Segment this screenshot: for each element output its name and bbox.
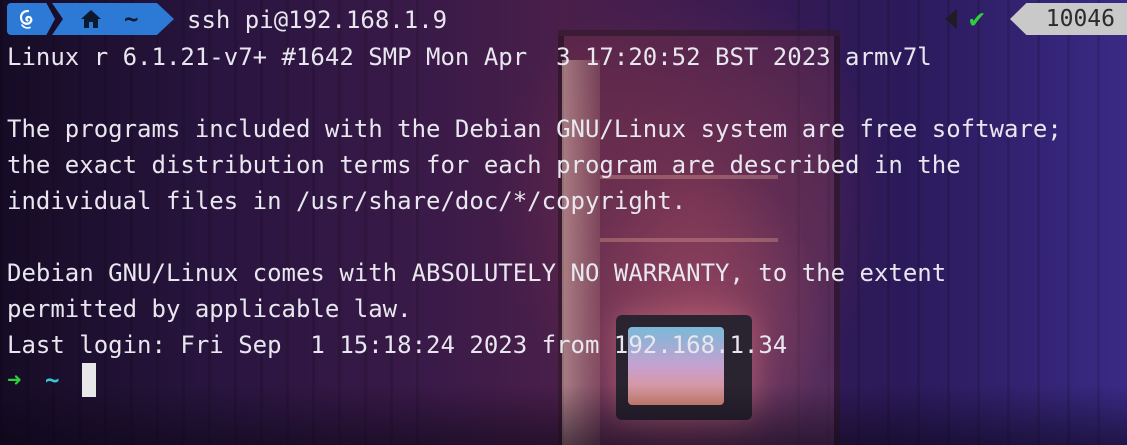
prompt-arrow-icon: ➜ <box>7 366 22 394</box>
home-icon <box>80 9 102 29</box>
output-line: individual files in /usr/share/doc/*/cop… <box>7 187 687 215</box>
debian-logo-icon <box>17 8 37 30</box>
output-line: Debian GNU/Linux comes with ABSOLUTELY N… <box>7 259 947 287</box>
status-segment: ✔ <box>945 3 1015 35</box>
terminal-window[interactable]: ~ ssh pi@192.168.1.9 ✔ 10046 Linux r 6.1… <box>0 0 1127 445</box>
terminal-output: Linux r 6.1.21-v7+ #1642 SMP Mon Apr 3 1… <box>7 39 1062 363</box>
current-directory: ~ <box>124 5 139 33</box>
floor-shadow <box>0 385 1127 445</box>
prompt-bar: ~ ssh pi@192.168.1.9 ✔ 10046 <box>0 0 1127 38</box>
prompt-directory: ~ <box>45 366 60 394</box>
history-number: 10046 <box>1045 6 1115 32</box>
checkmark-icon: ✔ <box>969 4 985 34</box>
output-line: the exact distribution terms for each pr… <box>7 151 961 179</box>
directory-segment: ~ <box>52 3 174 35</box>
text-cursor[interactable] <box>82 363 96 397</box>
output-line: permitted by applicable law. <box>7 295 412 323</box>
segment-separator-icon <box>945 9 957 29</box>
output-line: Linux r 6.1.21-v7+ #1642 SMP Mon Apr 3 1… <box>7 43 932 71</box>
output-line: The programs included with the Debian GN… <box>7 115 1062 143</box>
os-segment <box>7 3 55 35</box>
input-prompt[interactable]: ➜ ~ <box>7 363 96 397</box>
output-line: Last login: Fri Sep 1 15:18:24 2023 from… <box>7 331 788 359</box>
history-number-segment: 10046 <box>1010 3 1127 35</box>
command-text: ssh pi@192.168.1.9 <box>187 6 448 34</box>
